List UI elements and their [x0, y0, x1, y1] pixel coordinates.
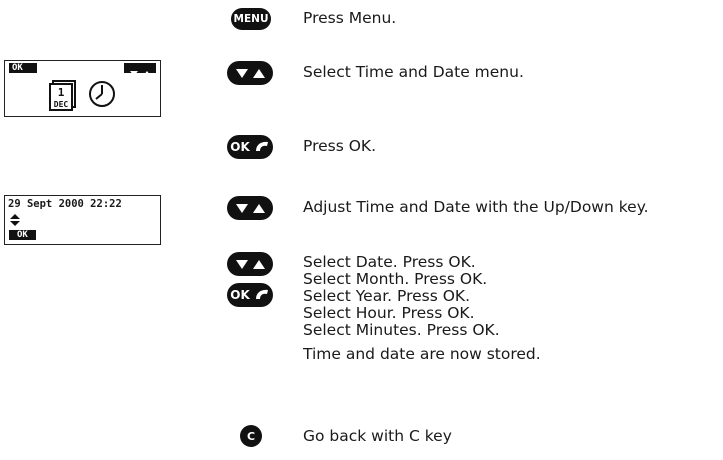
menu-screen-softkey: OK [9, 63, 37, 73]
menu-screen: OK 1 DEC [4, 60, 161, 117]
datetime-screen-softkey: OK [9, 230, 36, 240]
step-select-date: Select Date. Press OK. [303, 253, 476, 271]
handset-icon [255, 289, 268, 299]
up-down-key-icon-3 [227, 252, 273, 276]
ok-call-key-icon: OK [227, 135, 273, 159]
step-select-year: Select Year. Press OK. [303, 287, 471, 305]
up-down-arrows [236, 260, 265, 269]
menu-key-label: MENU [233, 13, 269, 25]
calendar-icon: 1 DEC [49, 80, 76, 111]
step-select-month: Select Month. Press OK. [303, 270, 488, 288]
calendar-month: DEC [54, 100, 69, 109]
ok-call-key-icon-2: OK [227, 283, 273, 307]
step-select-minutes: Select Minutes. Press OK. [303, 321, 500, 339]
c-key-icon: C [240, 425, 262, 447]
up-down-key-icon-2 [227, 196, 273, 220]
up-down-arrows [236, 204, 265, 213]
step-stored: Time and date are now stored. [303, 345, 541, 363]
step-press-menu: Press Menu. [303, 9, 397, 27]
step-select-hour: Select Hour. Press OK. [303, 304, 475, 322]
handset-icon [255, 141, 268, 151]
up-down-arrow-icon [10, 214, 20, 226]
step-go-back: Go back with C key [303, 427, 452, 445]
step-press-ok: Press OK. [303, 137, 377, 155]
menu-key-icon: MENU [231, 8, 271, 30]
step-select-menu: Select Time and Date menu. [303, 63, 524, 81]
step-adjust: Adjust Time and Date with the Up/Down ke… [303, 198, 649, 216]
ok-key-label-2: OK [230, 288, 250, 302]
up-down-arrows [236, 69, 265, 78]
scroll-arrows-icon [130, 71, 151, 76]
datetime-screen: 29 Sept 2000 22:22 OK [4, 195, 161, 245]
c-key-label: C [246, 429, 256, 443]
calendar-day: 1 [58, 86, 65, 99]
clock-icon [89, 81, 115, 107]
menu-screen-arrows [124, 63, 156, 76]
datetime-readout: 29 Sept 2000 22:22 [8, 198, 122, 210]
up-down-key-icon [227, 61, 273, 85]
ok-key-label: OK [230, 140, 250, 154]
